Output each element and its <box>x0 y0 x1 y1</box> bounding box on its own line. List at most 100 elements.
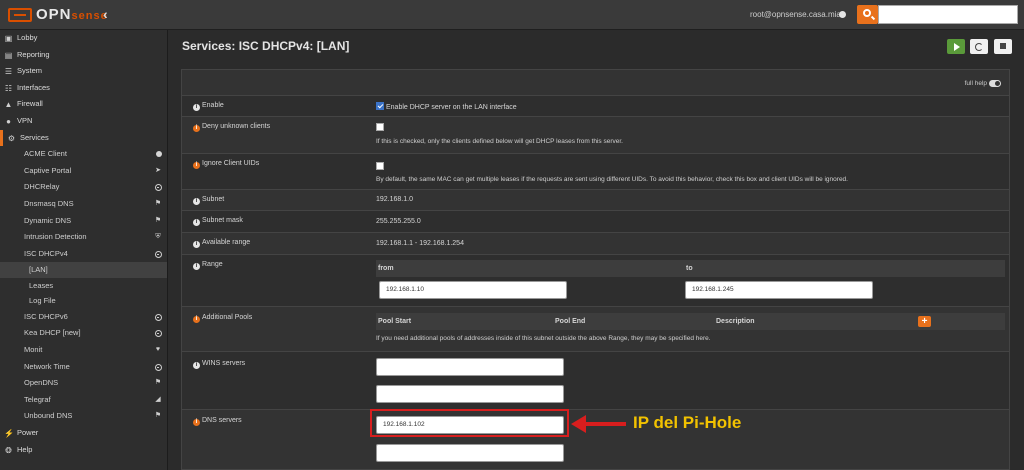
sidebar-item-unbound-dns[interactable]: Unbound DNS ⚑ <box>0 408 167 425</box>
callout-arrow-icon <box>571 415 626 433</box>
sidebar-item-kea-dhcp[interactable]: Kea DHCP [new] <box>0 325 167 342</box>
tags-icon: ⚑ <box>154 216 162 224</box>
sidebar-item-telegraf[interactable]: Telegraf ◢ <box>0 392 167 409</box>
deny-unknown-hint: If this is checked, only the clients def… <box>376 138 623 145</box>
row-additional-pools: i Additional Pools Pool Start Pool End De… <box>182 306 1009 351</box>
range-from-input[interactable]: 192.168.1.10 <box>379 281 567 299</box>
info-icon[interactable]: i <box>193 198 200 205</box>
ignore-uids-label: i Ignore Client UIDs <box>193 160 259 169</box>
sidebar-item-help[interactable]: ❂ Help <box>0 442 167 459</box>
circle-icon <box>155 330 162 338</box>
subnet-mask-label: i Subnet mask <box>193 217 243 226</box>
row-wins-servers: i WINS servers <box>182 351 1009 409</box>
range-to-input[interactable]: 192.168.1.245 <box>685 281 873 299</box>
laptop-icon: ▣ <box>4 34 13 43</box>
ignore-uids-hint: By default, the same MAC can get multipl… <box>376 176 848 183</box>
sidebar-item-vpn[interactable]: ● VPN <box>0 113 167 130</box>
service-controls <box>947 39 1013 57</box>
tags-icon: ⚑ <box>154 379 162 387</box>
sidebar-item-system[interactable]: ☰ System <box>0 63 167 80</box>
sidebar-item-acme-client[interactable]: ACME Client <box>0 146 167 163</box>
row-enable: i Enable Enable DHCP server on the LAN in… <box>182 95 1009 116</box>
user-label[interactable]: root@opnsense.casa.mia <box>750 10 841 19</box>
full-help-toggle[interactable]: full help <box>965 80 1001 87</box>
dns-label: i DNS servers <box>193 417 242 426</box>
stop-service-button[interactable] <box>993 39 1012 54</box>
clock-icon <box>155 363 162 371</box>
info-icon[interactable]: i <box>193 316 200 323</box>
info-icon[interactable]: i <box>193 125 200 132</box>
add-pool-button[interactable]: + <box>918 316 931 327</box>
fire-icon: ▲ <box>4 100 13 110</box>
dhcp-settings-panel: full help i Enable Enable DHCP server on … <box>181 69 1010 470</box>
heartbeat-icon: ♥ <box>155 346 161 353</box>
main-content: Services: ISC DHCPv4: [LAN] full help iE… <box>168 30 1024 470</box>
deny-unknown-label: i Deny unknown clients <box>193 123 270 132</box>
deny-unknown-checkbox[interactable] <box>376 123 384 131</box>
page-title: Services: ISC DHCPv4: [LAN] <box>182 39 350 53</box>
circle-icon <box>155 250 162 258</box>
logo-text: OPNsense <box>36 6 108 23</box>
sidebar-item-isc-dhcpv6[interactable]: ISC DHCPv6 <box>0 309 167 326</box>
row-range: i Range from to 192.168.1.10 192.168.1.24… <box>182 254 1009 306</box>
gear-icon: ⚙ <box>7 133 16 143</box>
sidebar-item-isc-dhcpv4[interactable]: ISC DHCPv4 <box>0 246 167 263</box>
opnsense-logo[interactable]: OPNsense <box>8 6 107 24</box>
globe-icon: ● <box>6 116 11 126</box>
logo-mark-icon <box>8 8 32 22</box>
range-label: i Range <box>193 261 223 270</box>
sidebar-item-log-file[interactable]: Log File <box>0 293 167 309</box>
sidebar-item-lan[interactable]: [LAN] <box>0 262 167 278</box>
sidebar-item-intrusion-detection[interactable]: Intrusion Detection ⛨ <box>0 229 167 246</box>
chevron-left-icon[interactable]: ‹ <box>103 6 108 22</box>
sidebar-item-dhcrelay[interactable]: DHCRelay <box>0 179 167 196</box>
callout-highlight-box <box>370 409 569 437</box>
search-button[interactable] <box>857 5 878 24</box>
sidebar-item-dnsmasq-dns[interactable]: Dnsmasq DNS ⚑ <box>0 196 167 213</box>
sidebar-item-leases[interactable]: Leases <box>0 278 167 294</box>
info-icon[interactable]: i <box>193 104 200 111</box>
pools-hint: If you need additional pools of addresse… <box>376 335 711 342</box>
enable-field: Enable DHCP server on the LAN interface <box>376 102 517 111</box>
sidebar-item-opendns[interactable]: OpenDNS ⚑ <box>0 375 167 392</box>
info-icon[interactable]: i <box>193 263 200 270</box>
info-icon[interactable]: i <box>193 241 200 248</box>
sidebar-item-dynamic-dns[interactable]: Dynamic DNS ⚑ <box>0 213 167 230</box>
row-available-range: i Available range 192.168.1.1 - 192.168.1… <box>182 232 1009 254</box>
info-icon[interactable]: i <box>193 162 200 169</box>
tags-icon: ⚑ <box>154 199 162 207</box>
send-icon: ➤ <box>155 166 161 174</box>
additional-pools-label: i Additional Pools <box>193 314 252 323</box>
search-icon <box>863 9 871 17</box>
range-header: from to <box>376 260 1005 277</box>
info-icon[interactable]: i <box>193 362 200 369</box>
available-range-label: i Available range <box>193 239 250 248</box>
sidebar-item-network-time[interactable]: Network Time <box>0 359 167 376</box>
info-icon[interactable]: i <box>193 419 200 426</box>
sidebar-item-interfaces[interactable]: ☷ Interfaces <box>0 80 167 97</box>
dns-server-input-2[interactable] <box>376 444 564 462</box>
subnet-value: 192.168.1.0 <box>376 196 413 203</box>
circle-icon <box>155 313 162 321</box>
sidebar-item-firewall[interactable]: ▲ Firewall <box>0 96 167 113</box>
status-dot-icon[interactable] <box>839 11 846 18</box>
sidebar-item-captive-portal[interactable]: Captive Portal ➤ <box>0 163 167 180</box>
sidebar-item-reporting[interactable]: ▤ Reporting <box>0 47 167 64</box>
info-icon[interactable]: i <box>193 219 200 226</box>
wins-server-input-1[interactable] <box>376 358 564 376</box>
sidebar-item-power[interactable]: ⚡ Power <box>0 425 167 442</box>
sidebar-item-monit[interactable]: Monit ♥ <box>0 342 167 359</box>
start-service-button[interactable] <box>947 39 965 54</box>
tags-icon: ⚑ <box>154 412 162 420</box>
sitemap-icon: ☷ <box>4 83 13 93</box>
ignore-uids-checkbox[interactable] <box>376 162 384 170</box>
available-range-value: 192.168.1.1 - 192.168.1.254 <box>376 240 464 247</box>
circle-icon <box>155 184 162 192</box>
restart-service-button[interactable] <box>970 39 989 54</box>
wins-server-input-2[interactable] <box>376 385 564 403</box>
sidebar-item-lobby[interactable]: ▣ Lobby <box>0 30 167 47</box>
toggle-on-icon <box>989 80 1001 87</box>
sidebar-item-services[interactable]: ⚙ Services <box>0 129 167 147</box>
search-input[interactable] <box>878 5 1018 24</box>
enable-checkbox[interactable] <box>376 102 384 110</box>
